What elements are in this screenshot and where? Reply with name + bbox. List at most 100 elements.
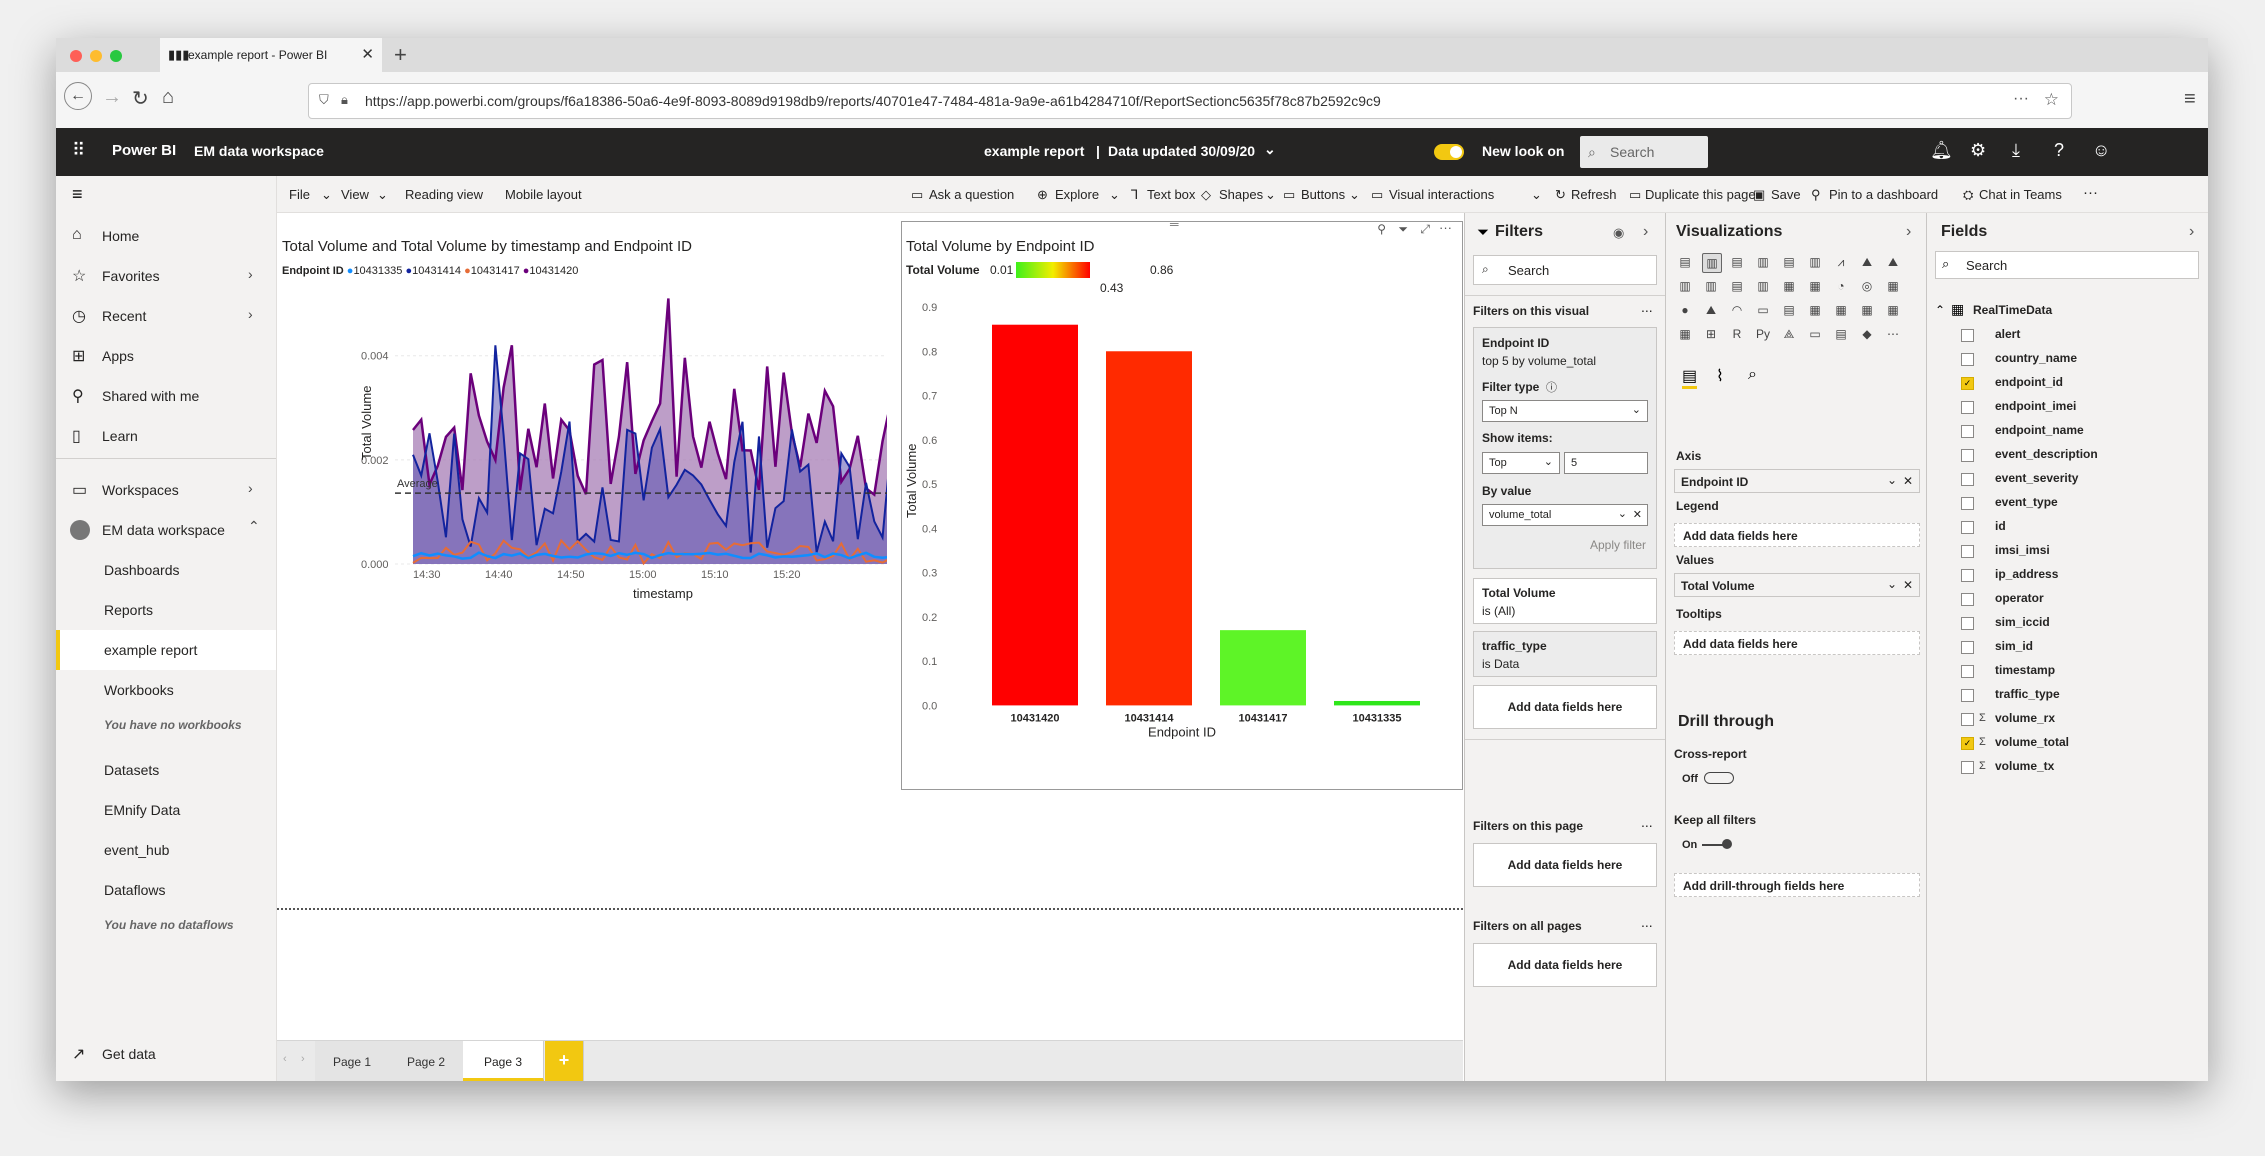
chevron-down-icon[interactable]: ⌄ xyxy=(1264,141,1276,158)
field-item[interactable]: operator xyxy=(1995,591,2044,605)
visual-type-icon[interactable]: ▦ xyxy=(1806,301,1824,319)
field-checkbox[interactable] xyxy=(1961,665,1974,678)
nav-recent[interactable]: Recent xyxy=(102,308,146,324)
visual-type-icon[interactable]: ⛰ xyxy=(1702,301,1720,319)
remove-icon[interactable]: ✕ xyxy=(1633,508,1642,521)
field-item[interactable]: event_type xyxy=(1995,495,2058,509)
show-items-count[interactable]: 5 xyxy=(1564,452,1648,474)
field-item[interactable]: event_description xyxy=(1995,447,2098,461)
notifications-icon[interactable]: 🔔︎ xyxy=(1930,140,1953,161)
visual-type-icon[interactable]: ▥ xyxy=(1754,253,1772,271)
visual-type-icon[interactable]: ▦ xyxy=(1832,301,1850,319)
more-options-icon[interactable]: ··· xyxy=(2083,184,2098,201)
legend-item[interactable]: 10431417 xyxy=(471,265,520,277)
field-item[interactable]: volume_total xyxy=(1995,735,2069,749)
page-tab-1[interactable]: Page 1 xyxy=(315,1041,390,1081)
legend-field-well[interactable]: Add data fields here xyxy=(1674,523,1920,547)
info-icon[interactable]: ⓘ xyxy=(1546,379,1557,395)
save-button[interactable]: Save xyxy=(1771,187,1801,202)
field-checkbox[interactable] xyxy=(1961,329,1974,342)
more-options-icon[interactable]: ... xyxy=(1641,814,1653,830)
field-item[interactable]: timestamp xyxy=(1995,663,2055,677)
bar[interactable] xyxy=(992,324,1078,706)
visual-type-icon[interactable]: ▦ xyxy=(1806,277,1824,295)
format-paint-roller-icon[interactable]: ⌇ xyxy=(1716,366,1724,386)
analytics-magnifier-icon[interactable]: ⌕ xyxy=(1748,366,1757,384)
minimize-window-button[interactable] xyxy=(90,50,102,62)
visual-type-icon[interactable]: ▤ xyxy=(1676,253,1694,271)
visual-type-icon[interactable]: ▤ xyxy=(1780,253,1798,271)
chevron-right-icon[interactable]: › xyxy=(248,480,253,496)
workspace-name[interactable]: EM data workspace xyxy=(194,143,324,159)
close-window-button[interactable] xyxy=(70,50,82,62)
nav-dashboards[interactable]: Dashboards xyxy=(104,562,180,578)
view-menu[interactable]: View xyxy=(341,187,369,202)
area-chart[interactable]: 0.0000.0020.00414:30 14:40 14:50 15:00 15:10… xyxy=(277,278,887,858)
bookmark-star-icon[interactable]: ☆ xyxy=(2044,90,2059,110)
visual-type-icon[interactable]: ▤ xyxy=(1832,325,1850,343)
nav-reports[interactable]: Reports xyxy=(104,602,153,618)
visual-type-icon[interactable]: R xyxy=(1728,325,1746,343)
visual-type-icon[interactable]: ▦ xyxy=(1858,301,1876,319)
remove-icon[interactable]: ✕ xyxy=(1903,578,1913,592)
more-options-icon[interactable]: ... xyxy=(1641,299,1653,315)
collapse-chevron-icon[interactable]: › xyxy=(1643,223,1648,241)
new-look-toggle[interactable] xyxy=(1434,144,1464,160)
field-checkbox[interactable] xyxy=(1961,761,1974,774)
nav-emnify-data[interactable]: EMnify Data xyxy=(104,802,180,818)
page-tab-3[interactable]: Page 3 xyxy=(463,1041,544,1081)
tooltips-field-well[interactable]: Add data fields here xyxy=(1674,631,1920,655)
nav-apps[interactable]: Apps xyxy=(102,348,134,364)
file-menu[interactable]: File xyxy=(289,187,310,202)
apply-filter-button[interactable]: Apply filter xyxy=(1590,538,1646,552)
field-checkbox[interactable] xyxy=(1961,449,1974,462)
field-checkbox[interactable] xyxy=(1961,641,1974,654)
visual-type-icon[interactable]: ▥ xyxy=(1754,277,1772,295)
visual-type-icon[interactable]: ⩘ xyxy=(1832,253,1850,271)
app-launcher-icon[interactable]: ⠿ xyxy=(72,140,85,161)
pin-visual-icon[interactable]: ⚲ xyxy=(1377,222,1386,236)
values-field-well[interactable]: Total Volume ⌄ ✕ xyxy=(1674,573,1920,597)
filters-search[interactable]: ⌕ Search xyxy=(1473,255,1657,285)
reading-view-button[interactable]: Reading view xyxy=(405,187,483,202)
page-tab-2[interactable]: Page 2 xyxy=(389,1041,464,1081)
visual-type-icon[interactable]: ▦ xyxy=(1780,277,1798,295)
browser-tab[interactable]: ▮▮▮ example report - Power BI ✕ xyxy=(160,38,382,72)
field-checkbox[interactable] xyxy=(1961,497,1974,510)
show-items-direction[interactable]: Top ⌄ xyxy=(1482,452,1560,474)
pin-dashboard-button[interactable]: Pin to a dashboard xyxy=(1829,187,1938,202)
chat-teams-button[interactable]: Chat in Teams xyxy=(1979,187,2062,202)
nav-favorites[interactable]: Favorites xyxy=(102,268,160,284)
focus-mode-icon[interactable]: ⤢ xyxy=(1420,222,1430,237)
eye-icon[interactable]: ◉ xyxy=(1613,225,1624,241)
visual-type-icon[interactable]: ▥ xyxy=(1806,253,1824,271)
visual-type-icon[interactable]: ▭ xyxy=(1754,301,1772,319)
field-checkbox[interactable] xyxy=(1961,689,1974,702)
nav-datasets[interactable]: Datasets xyxy=(104,762,159,778)
chevron-right-icon[interactable]: › xyxy=(248,306,253,322)
field-checkbox[interactable] xyxy=(1961,617,1974,630)
visual-type-icon[interactable]: ▤ xyxy=(1728,253,1746,271)
add-all-pages-filter-well[interactable]: Add data fields here xyxy=(1473,943,1657,987)
visual-type-icon[interactable]: ◆ xyxy=(1858,325,1876,343)
add-page-filter-well[interactable]: Add data fields here xyxy=(1473,843,1657,887)
field-checkbox[interactable] xyxy=(1961,473,1974,486)
nav-event-hub[interactable]: event_hub xyxy=(104,842,169,858)
remove-icon[interactable]: ✕ xyxy=(1903,474,1913,488)
field-item[interactable]: alert xyxy=(1995,327,2020,341)
field-item[interactable]: sim_iccid xyxy=(1995,615,2050,629)
visual-type-icon[interactable]: ▤ xyxy=(1728,277,1746,295)
drag-handle-icon[interactable]: ═ xyxy=(1170,217,1179,231)
visual-type-icon[interactable]: ▥ xyxy=(1702,277,1720,295)
visual-type-icon[interactable]: Py xyxy=(1754,325,1772,343)
field-item[interactable]: endpoint_imei xyxy=(1995,399,2076,413)
visual-type-icon[interactable]: ▦ xyxy=(1884,301,1902,319)
nav-home[interactable]: Home xyxy=(102,228,139,244)
filter-icon[interactable]: ⏷ xyxy=(1398,222,1408,237)
field-item[interactable]: traffic_type xyxy=(1995,687,2060,701)
field-checkbox[interactable] xyxy=(1961,353,1974,366)
address-bar[interactable]: ⛉ 🔒︎ https://app.powerbi.com/groups/f6a1… xyxy=(308,83,2072,119)
page-actions-icon[interactable]: ··· xyxy=(2013,90,2029,108)
home-button[interactable]: ⌂ xyxy=(162,86,174,109)
buttons-button[interactable]: Buttons xyxy=(1301,187,1345,202)
